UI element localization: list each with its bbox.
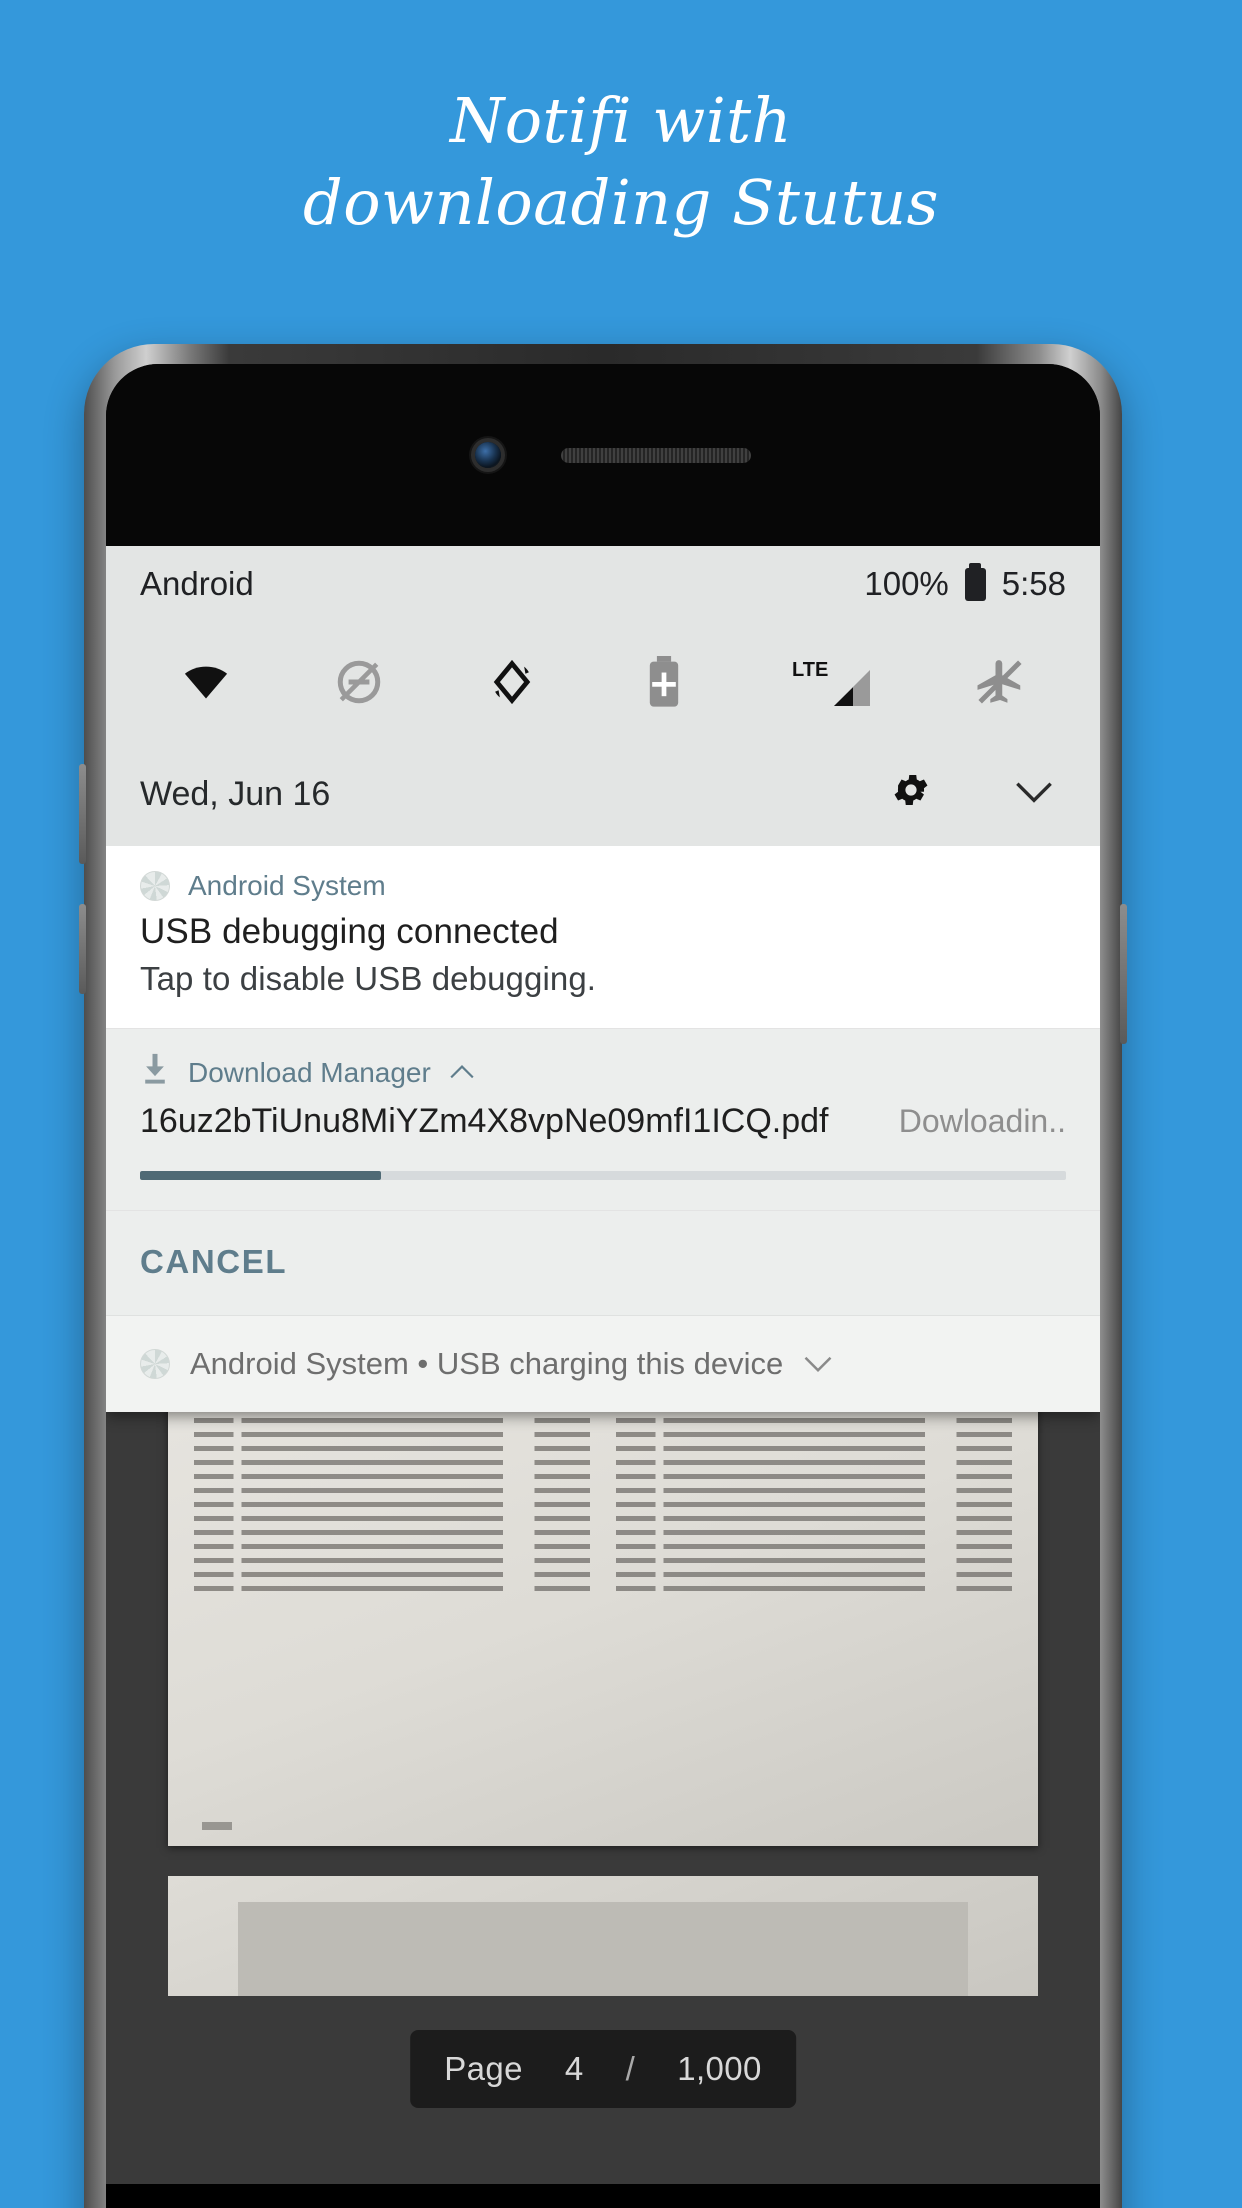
android-system-icon: [140, 871, 170, 901]
power-button[interactable]: [1120, 904, 1127, 1044]
status-bar: Android 100% 5:58: [106, 546, 1100, 622]
wifi-icon[interactable]: [178, 654, 234, 710]
volume-down-button[interactable]: [79, 904, 86, 994]
download-icon: [140, 1053, 170, 1092]
notification-title: USB debugging connected: [140, 912, 559, 951]
phone-screen: Page 4 / 1,000 Android 100% 5:58 LTE Wed…: [106, 546, 1100, 2208]
android-system-icon: [140, 1349, 170, 1379]
chevron-up-icon[interactable]: [449, 1059, 475, 1087]
cancel-button[interactable]: CANCEL: [140, 1243, 287, 1281]
chevron-down-icon[interactable]: [803, 1349, 833, 1380]
notification-shade: Android 100% 5:58 LTE Wed, Jun 16 Androi…: [106, 546, 1100, 1412]
download-action-row: CANCEL: [106, 1211, 1100, 1316]
auto-rotate-icon[interactable]: [484, 654, 540, 710]
lte-signal-icon[interactable]: LTE: [789, 654, 875, 710]
page-indicator-label: Page: [444, 2050, 523, 2087]
front-camera-icon: [475, 442, 501, 468]
download-progress-bar: [140, 1171, 1066, 1180]
download-file-name: 16uz2bTiUnu8MiYZm4X8vpNe09mfI1ICQ.pdf: [140, 1102, 829, 1140]
download-app-name: Download Manager: [188, 1056, 431, 1088]
phone-top-bezel: [106, 364, 1100, 546]
page-indicator-current: 4: [564, 2050, 584, 2087]
battery-full-icon: [964, 562, 986, 601]
download-status-text: Dowloadin..: [898, 1103, 1066, 1139]
notification-app-row: Android System: [140, 870, 1066, 902]
quick-settings-row: LTE: [106, 622, 1100, 742]
page-indicator-total: 1,000: [677, 2050, 762, 2087]
promo-headline: Notifi with downloading Stutus: [0, 80, 1242, 244]
summary-text: Android System • USB charging this devic…: [190, 1346, 784, 1381]
download-progress-fill: [140, 1171, 381, 1180]
battery-saver-icon[interactable]: [636, 654, 692, 710]
svg-text:LTE: LTE: [792, 659, 828, 681]
airplane-mode-off-icon[interactable]: [972, 654, 1028, 710]
do-not-disturb-off-icon[interactable]: [331, 654, 387, 710]
status-bar-carrier: Android: [140, 565, 254, 602]
download-file-row: 16uz2bTiUnu8MiYZm4X8vpNe09mfI1ICQ.pdf Do…: [140, 1102, 1066, 1141]
page-indicator: Page 4 / 1,000: [410, 2030, 796, 2108]
promo-headline-line2: downloading Stutus: [303, 165, 939, 239]
notification-body: Tap to disable USB debugging.: [140, 960, 597, 997]
notification-usb-debugging[interactable]: Android System USB debugging connected T…: [106, 846, 1100, 1029]
shade-date-label: Wed, Jun 16: [140, 774, 331, 813]
pdf-page-folio: [202, 1822, 232, 1830]
page-indicator-separator: /: [625, 2050, 636, 2087]
earpiece-speaker: [561, 448, 751, 463]
notification-app-name: Android System: [188, 870, 386, 901]
status-bar-battery-percent: 100%: [864, 565, 949, 602]
status-bar-clock: 5:58: [1001, 565, 1066, 602]
phone-mockup: Page 4 / 1,000 Android 100% 5:58 LTE Wed…: [79, 344, 1127, 2208]
notification-download-manager[interactable]: Download Manager 16uz2bTiUnu8MiYZm4X8vpN…: [106, 1029, 1100, 1211]
gear-icon[interactable]: [890, 769, 932, 820]
phone-body: Page 4 / 1,000 Android 100% 5:58 LTE Wed…: [106, 364, 1100, 2208]
download-app-row: Download Manager: [140, 1053, 1066, 1092]
volume-up-button[interactable]: [79, 764, 86, 864]
pdf-page-next: [168, 1876, 1038, 1996]
promo-headline-line1: Notifi with: [449, 84, 793, 157]
android-navigation-bar: [106, 2184, 1100, 2208]
notification-summary-row[interactable]: Android System • USB charging this devic…: [106, 1316, 1100, 1412]
shade-date-row: Wed, Jun 16: [106, 742, 1100, 846]
chevron-down-icon[interactable]: [1014, 775, 1054, 814]
